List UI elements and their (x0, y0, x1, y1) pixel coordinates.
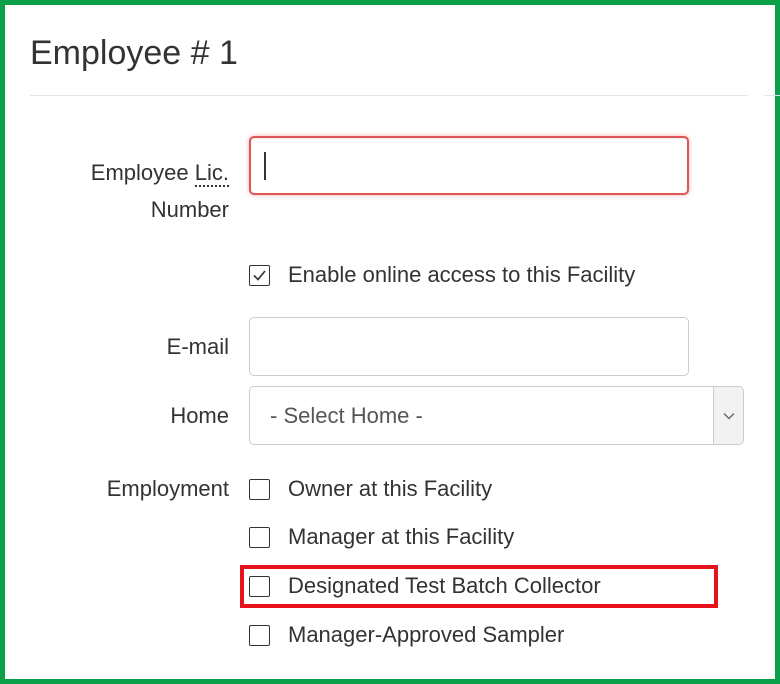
license-number-input[interactable] (249, 136, 689, 195)
employment-option-sampler[interactable]: Manager-Approved Sampler (249, 619, 564, 651)
checkmark-icon (253, 269, 266, 281)
title-divider (30, 95, 748, 96)
email-label: E-mail (166, 334, 229, 359)
home-select[interactable]: - Select Home - (249, 386, 744, 445)
home-label: Home (170, 403, 229, 428)
employment-label: Employment (106, 476, 229, 501)
text-cursor (264, 152, 266, 180)
manager-checkbox[interactable] (249, 526, 270, 548)
online-access-row[interactable]: Enable online access to this Facility (249, 259, 635, 291)
owner-label: Owner at this Facility (288, 476, 493, 501)
license-label-prefix: Employee (90, 160, 189, 185)
highlight-box (240, 565, 718, 608)
employment-option-manager[interactable]: Manager at this Facility (249, 521, 514, 553)
license-label-suffix: Number (150, 197, 229, 222)
email-input[interactable] (249, 317, 689, 376)
title-divider-fragment (764, 95, 780, 96)
chevron-down-icon[interactable] (713, 387, 743, 444)
home-select-value: - Select Home - (270, 403, 423, 428)
sampler-checkbox[interactable] (249, 624, 270, 646)
online-access-checkbox[interactable] (249, 264, 270, 286)
sampler-label: Manager-Approved Sampler (288, 622, 565, 647)
online-access-label: Enable online access to this Facility (288, 262, 636, 287)
owner-checkbox[interactable] (249, 478, 270, 500)
manager-label: Manager at this Facility (288, 524, 515, 549)
license-number-label: Employee Lic. Number (40, 154, 229, 228)
page-title: Employee # 1 (30, 34, 238, 72)
employment-option-owner[interactable]: Owner at this Facility (249, 473, 492, 505)
license-label-abbr: Lic. (194, 160, 229, 187)
